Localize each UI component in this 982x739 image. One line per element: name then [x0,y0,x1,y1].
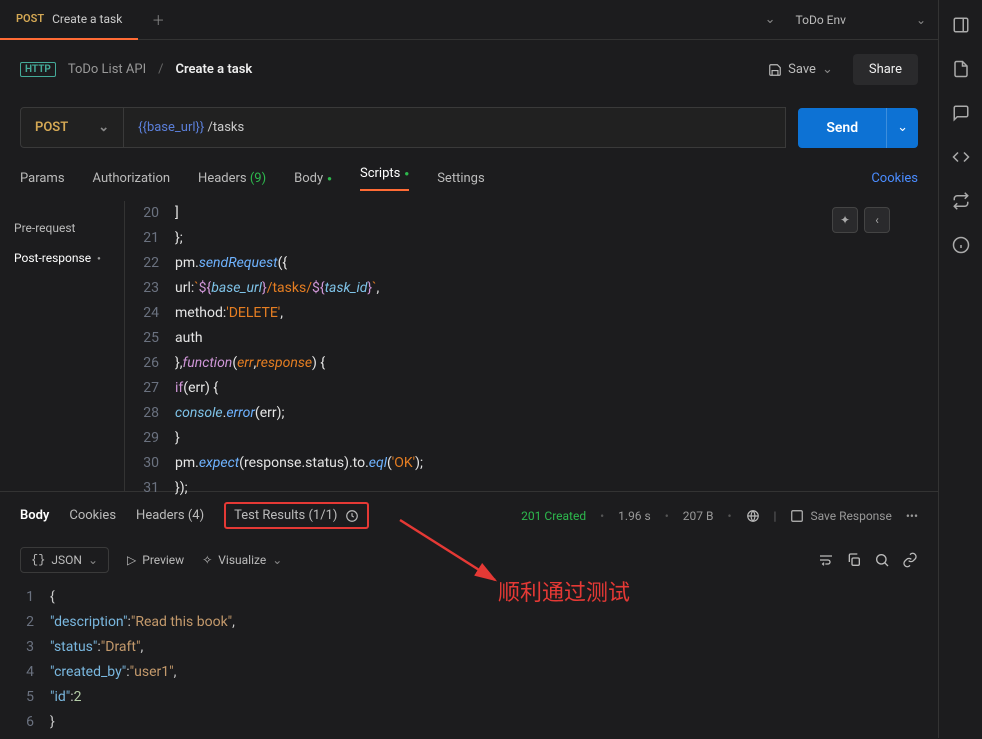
globe-icon[interactable] [746,509,760,523]
send-button[interactable]: Send [798,108,886,148]
preview-button[interactable]: ▷Preview [127,553,184,567]
tab-params[interactable]: Params [20,171,65,186]
related-icon[interactable] [952,192,970,210]
annotation-text: 顺利通过测试 [498,575,630,607]
url-input[interactable]: {{base_url}} /tasks [124,107,786,148]
code-icon[interactable] [952,148,970,166]
tab-authorization[interactable]: Authorization [93,171,171,186]
environment-selector[interactable]: ToDo Env ⌄ [796,13,926,27]
method-value: POST [35,120,68,135]
save-icon [790,509,804,523]
tab-headers[interactable]: Headers (9) [198,171,266,186]
test-results-label: Test Results (1/1) [234,508,337,523]
http-badge-icon: HTTP [20,62,56,77]
chevron-down-icon[interactable]: ⌄ [765,12,776,27]
copy-icon[interactable] [846,552,862,568]
visualize-button[interactable]: ✧Visualize⌄ [202,553,282,567]
response-tab-body[interactable]: Body [20,508,49,523]
documentation-icon[interactable] [952,60,970,78]
save-response-button[interactable]: Save Response [790,509,891,523]
body-format-selector[interactable]: {} JSON ⌄ [20,547,109,573]
chevron-down-icon: ⌄ [98,120,109,135]
save-button[interactable]: Save ⌄ [758,56,843,83]
response-tab-headers[interactable]: Headers (4) [136,508,204,523]
info-icon[interactable] [952,236,970,254]
ai-assist-button[interactable]: ✦ [832,207,858,233]
tab-scripts[interactable]: Scripts [360,166,409,191]
save-icon [768,63,782,77]
request-tab[interactable]: POST Create a task [0,0,138,40]
sidebar-item-prerequest[interactable]: Pre-request [0,213,124,243]
sidebar-toggle-icon[interactable] [952,16,970,34]
response-size: 207 B [683,509,714,523]
send-options-button[interactable]: ⌄ [886,108,918,148]
save-label: Save [788,62,816,77]
tab-title: Create a task [52,12,122,26]
chevron-down-icon: ⌄ [822,62,833,77]
status-code: 201 Created [521,509,586,523]
chevron-down-icon: ⌄ [916,13,926,27]
history-icon [345,509,359,523]
breadcrumb-separator: / [158,62,163,77]
breadcrumb-request: Create a task [176,62,253,77]
url-variable: {{base_url}} [138,120,204,135]
more-icon[interactable]: ••• [906,509,918,523]
method-selector[interactable]: POST ⌄ [20,107,124,148]
cookies-link[interactable]: Cookies [871,171,918,186]
breadcrumb-collection[interactable]: ToDo List API [68,62,146,77]
response-body[interactable]: 1{ 2 "description": "Read this book", 3 … [0,581,938,739]
tab-method-badge: POST [16,12,44,25]
code-editor[interactable]: ✦ ‹ 20 ] 21}; 22pm.sendRequest({ 23 url:… [125,201,938,491]
sparkle-icon: ✧ [202,553,212,567]
tab-body[interactable]: Body [294,171,332,186]
comments-icon[interactable] [952,104,970,122]
tab-settings[interactable]: Settings [437,171,484,186]
response-tab-cookies[interactable]: Cookies [69,508,116,523]
play-icon: ▷ [127,553,136,567]
response-tab-testresults[interactable]: Test Results (1/1) [224,502,369,529]
sidebar-item-postresponse[interactable]: Post-response [0,243,124,273]
link-icon[interactable] [902,552,918,568]
wrap-icon[interactable] [818,552,834,568]
url-path: /tasks [204,120,244,135]
share-button[interactable]: Share [853,54,918,85]
editor-collapse-button[interactable]: ‹ [864,207,890,233]
response-time: 1.96 s [618,509,651,523]
search-icon[interactable] [874,552,890,568]
environment-name: ToDo Env [796,13,846,27]
add-tab-button[interactable]: ＋ [138,10,178,29]
